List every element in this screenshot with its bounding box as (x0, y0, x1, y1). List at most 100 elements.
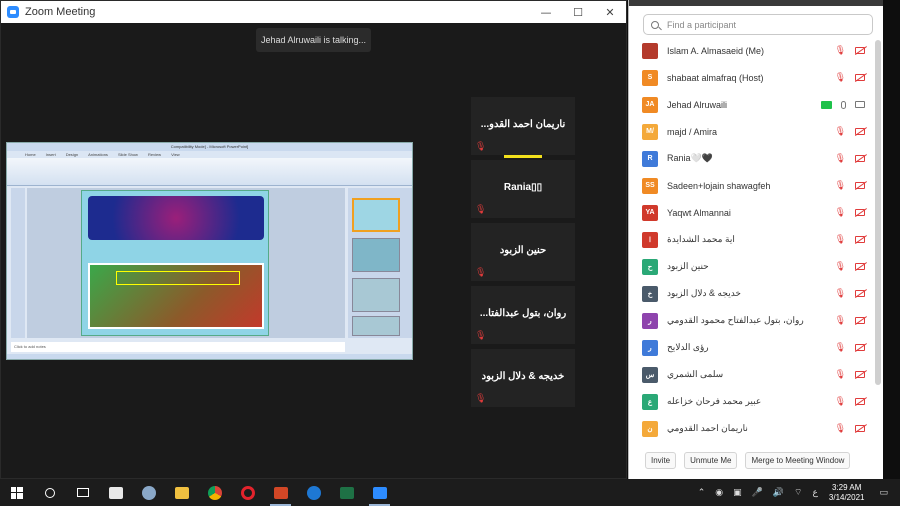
show-hidden-icons-icon[interactable]: ⌃ (698, 488, 706, 498)
video-off-icon[interactable] (855, 290, 865, 297)
mic-muted-icon[interactable]: 🎙 (835, 127, 846, 137)
video-tile[interactable]: حنين الزبود 🎙 (471, 223, 575, 281)
participant-row[interactable]: س سلمى الشمري 🎙 (629, 361, 877, 388)
invite-button[interactable]: Invite (645, 451, 677, 469)
video-off-icon[interactable] (855, 182, 865, 189)
video-tile[interactable]: ...روان، بتول عبدالفتا 🎙 (471, 286, 575, 344)
excel-button[interactable] (330, 479, 363, 506)
video-off-icon[interactable] (855, 236, 865, 243)
opera-button[interactable] (231, 479, 264, 506)
mic-muted-icon[interactable]: 🎙 (835, 208, 846, 218)
window-titlebar[interactable]: Zoom Meeting — ☐ ✕ (1, 1, 626, 23)
ppt-notes-field: Click to add notes (11, 342, 345, 352)
mic-muted-icon[interactable]: 🎙 (835, 370, 846, 380)
volume-icon[interactable]: 🔊 (773, 488, 784, 498)
app-button[interactable] (132, 479, 165, 506)
participant-row[interactable]: خ خديجه & دلال الزبود 🎙 (629, 280, 877, 307)
tile-participant-name: ...ناريمان احمد القدو (480, 119, 566, 130)
tile-participant-name: Rania▯▯ (503, 182, 543, 193)
participant-row[interactable]: M/majd / Amira 🎙 (629, 118, 877, 145)
edge-button[interactable] (297, 479, 330, 506)
avatar: ا (642, 231, 658, 248)
mic-muted-icon[interactable]: 🎙 (835, 343, 846, 353)
video-off-icon[interactable] (855, 344, 865, 351)
participant-row[interactable]: ن ناريمان احمد القدومي 🎙 (629, 415, 877, 442)
store-button[interactable] (99, 479, 132, 506)
zoom-button[interactable] (363, 479, 396, 506)
network-icon[interactable]: ◉ (715, 488, 723, 498)
participant-name: Jehad Alruwaili (667, 99, 728, 110)
slide-thumbnail (352, 238, 400, 272)
start-button[interactable] (0, 479, 33, 506)
language-indicator[interactable]: ع (813, 488, 818, 498)
shared-screen[interactable]: Compatibility Mode] - Microsoft PowerPoi… (6, 142, 413, 360)
video-off-icon[interactable] (855, 263, 865, 270)
video-off-icon[interactable] (855, 371, 865, 378)
participant-row[interactable]: ا اية محمد الشدايدة 🎙 (629, 226, 877, 253)
mic-muted-icon[interactable]: 🎙 (835, 424, 846, 434)
mic-muted-icon[interactable]: 🎙 (835, 154, 846, 164)
wifi-icon[interactable]: ⌔ (794, 487, 802, 498)
close-button[interactable]: ✕ (594, 1, 626, 23)
video-tile[interactable]: ...ناريمان احمد القدو 🎙 (471, 97, 575, 155)
participant-row[interactable]: Islam A. Almasaeid (Me) 🎙 (629, 37, 877, 64)
mic-muted-icon: 🎙 (475, 268, 487, 278)
microphone-icon[interactable]: 🎤 (752, 488, 763, 498)
avatar: ح (642, 258, 658, 275)
avatar: ر (642, 339, 658, 356)
participant-row[interactable]: ر روان، بتول عبدالفتاح محمود القدومي 🎙 (629, 307, 877, 334)
video-off-icon[interactable] (855, 74, 865, 81)
video-off-icon[interactable] (855, 398, 865, 405)
video-tile[interactable]: Rania▯▯ 🎙 (471, 160, 575, 218)
mic-muted-icon[interactable]: 🎙 (835, 397, 846, 407)
unmute-me-button[interactable]: Unmute Me (684, 451, 738, 469)
task-view-button[interactable] (66, 479, 99, 506)
talking-banner: Jehad Alruwaili is talking... (256, 28, 371, 52)
powerpoint-button[interactable] (264, 479, 297, 506)
notifications-icon[interactable]: ▭ (879, 488, 888, 498)
participant-row[interactable]: ر رؤى الدلايح 🎙 (629, 334, 877, 361)
mic-muted-icon[interactable]: 🎙 (835, 46, 846, 56)
participant-row[interactable]: ح حنين الزبود 🎙 (629, 253, 877, 280)
merge-to-meeting-window-button[interactable]: Merge to Meeting Window (745, 451, 851, 469)
participant-row[interactable]: SS Sadeen+lojain shawagfeh 🎙 (629, 172, 877, 199)
avatar: خ (642, 285, 658, 302)
video-on-icon[interactable] (855, 101, 865, 108)
mic-muted-icon[interactable]: 🎙 (835, 262, 846, 272)
ppt-tab: Slide Show (117, 152, 138, 157)
minimize-button[interactable]: — (530, 1, 562, 23)
search-button[interactable] (33, 479, 66, 506)
powerpoint-icon (273, 486, 288, 499)
chrome-button[interactable] (198, 479, 231, 506)
video-off-icon[interactable] (855, 209, 865, 216)
participant-row[interactable]: Sshabaat almafraq (Host) 🎙 (629, 64, 877, 91)
participant-row[interactable]: YA Yaqwt Almannai 🎙 (629, 199, 877, 226)
ppt-ribbon (7, 158, 412, 186)
video-tile[interactable]: خديجه & دلال الزبود 🎙 (471, 349, 575, 407)
mic-muted-icon[interactable]: 🎙 (835, 235, 846, 245)
participant-row[interactable]: JA Jehad Alruwaili (629, 91, 877, 118)
participant-row[interactable]: ع عبير محمد فرحان خزاعله 🎙 (629, 388, 877, 415)
video-off-icon[interactable] (855, 155, 865, 162)
avatar: ن (642, 420, 658, 437)
camera-icon[interactable]: ▣ (733, 488, 742, 498)
clock[interactable]: 3:29 AM 3/14/2021 (829, 483, 865, 503)
video-off-icon[interactable] (855, 128, 865, 135)
avatar: س (642, 366, 658, 383)
participant-row[interactable]: R Rania🤍🖤 🎙 (629, 145, 877, 172)
video-off-icon[interactable] (855, 47, 865, 54)
mic-muted-icon[interactable]: 🎙 (835, 73, 846, 83)
participant-name: سلمى الشمري (667, 369, 724, 379)
mic-muted-icon[interactable]: 🎙 (835, 289, 846, 299)
participant-list-scrollbar[interactable] (875, 40, 881, 385)
participant-search-input[interactable]: Find a participant (643, 14, 873, 35)
avatar (642, 42, 658, 59)
mic-muted-icon[interactable]: 🎙 (835, 316, 846, 326)
video-off-icon[interactable] (855, 317, 865, 324)
chrome-icon (207, 485, 222, 500)
file-explorer-button[interactable] (165, 479, 198, 506)
mic-muted-icon[interactable]: 🎙 (835, 181, 846, 191)
video-off-icon[interactable] (855, 425, 865, 432)
maximize-button[interactable]: ☐ (562, 1, 594, 23)
mic-on-icon[interactable] (841, 100, 846, 109)
